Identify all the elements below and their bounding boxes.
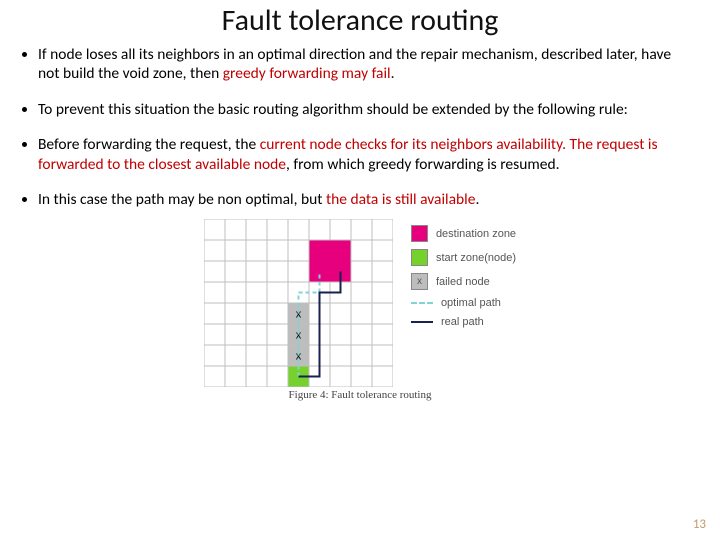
legend-dest-label: destination zone — [436, 228, 516, 240]
legend-real-label: real path — [441, 316, 484, 328]
bullet-1-post: . — [391, 64, 395, 83]
legend-start-label: start zone(node) — [436, 252, 516, 264]
figure: xxx destination zone start zone(node) x … — [0, 219, 720, 401]
bullet-1: If node loses all its neighbors in an op… — [38, 45, 696, 84]
bullet-3: Before forwarding the request, the curre… — [38, 135, 696, 174]
routing-grid: xxx — [204, 219, 393, 387]
swatch-dest — [411, 225, 428, 242]
bullet-2-pre: To prevent this situation the basic rout… — [38, 100, 628, 119]
swatch-optimal — [411, 302, 433, 304]
swatch-real — [411, 321, 433, 323]
swatch-failed: x — [411, 273, 428, 290]
bullet-1-red: greedy forwarding may fail — [223, 64, 391, 83]
bullet-3-pre: Before forwarding the request, the — [38, 135, 260, 154]
legend-failed: x failed node — [411, 273, 516, 290]
bullet-list: If node loses all its neighbors in an op… — [0, 45, 696, 209]
bullet-3-post: , from which greedy forwarding is resume… — [286, 155, 560, 174]
bullet-4-pre: In this case the path may be non optimal… — [38, 190, 326, 209]
swatch-start — [411, 249, 428, 266]
legend-start: start zone(node) — [411, 249, 516, 266]
legend-dest: destination zone — [411, 225, 516, 242]
legend-optimal-label: optimal path — [441, 297, 501, 309]
bullet-4: In this case the path may be non optimal… — [38, 190, 696, 209]
bullet-2: To prevent this situation the basic rout… — [38, 100, 696, 119]
page-number: 13 — [693, 517, 706, 532]
figure-caption: Figure 4: Fault tolerance routing — [204, 389, 516, 401]
legend-failed-label: failed node — [436, 276, 490, 288]
legend-optimal: optimal path — [411, 297, 516, 309]
bullet-4-post: . — [475, 190, 479, 209]
page-title: Fault tolerance routing — [0, 0, 720, 39]
bullet-4-red: the data is still available — [326, 190, 476, 209]
legend-real: real path — [411, 316, 516, 328]
legend: destination zone start zone(node) x fail… — [411, 219, 516, 335]
swatch-failed-x: x — [417, 276, 422, 287]
